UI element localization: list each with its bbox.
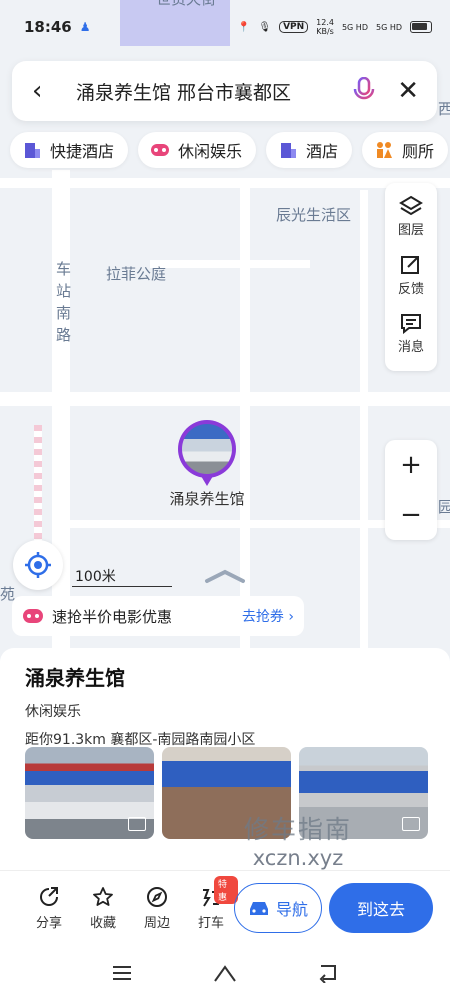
gamepad-icon: [23, 609, 43, 623]
place-title: 涌泉养生馆: [25, 666, 125, 690]
place-photo[interactable]: [25, 747, 154, 839]
marker-label[interactable]: 涌泉养生馆: [155, 488, 259, 509]
chip-label: 酒店: [306, 142, 339, 161]
feedback-button[interactable]: 反馈: [398, 254, 424, 313]
favorite-button[interactable]: 收藏: [76, 886, 130, 931]
place-detail-sheet: 涌泉养生馆 休闲娱乐 距你91.3km 襄都区-南园路南园小区: [0, 648, 450, 870]
messages-button[interactable]: 消息: [398, 312, 424, 371]
notification-icon: ♟: [79, 20, 91, 34]
layers-button[interactable]: 图层: [398, 195, 424, 254]
action-bar: 分享 收藏 周边 特惠 打车 导航 到这去: [0, 870, 450, 946]
back-nav-icon[interactable]: [317, 963, 339, 983]
nearby-label: 周边: [143, 916, 170, 931]
navigate-button[interactable]: 导航: [234, 883, 322, 933]
mic-status-icon: 🎙: [258, 21, 272, 33]
chip-label: 休闲娱乐: [178, 142, 243, 161]
category-chips: 快捷酒店 休闲娱乐 酒店 厕所: [10, 132, 449, 168]
zoom-out-button[interactable]: −: [400, 490, 422, 540]
place-marker[interactable]: [178, 420, 236, 490]
share-button[interactable]: 分享: [22, 886, 76, 931]
compass-icon: [147, 887, 167, 907]
back-icon[interactable]: ‹: [32, 76, 62, 106]
chevron-up-icon[interactable]: [203, 568, 247, 588]
home-icon[interactable]: [213, 963, 237, 983]
chip-label: 快捷酒店: [50, 142, 115, 161]
watermark-line2: xczn.xyz: [252, 846, 344, 870]
net-speed: 12.4 KB/s: [316, 18, 334, 36]
marker-photo: [182, 424, 232, 474]
toilet-icon: [374, 140, 394, 160]
image-icon: [402, 817, 420, 831]
signal-2: 5G HD: [375, 22, 402, 32]
share-icon: [40, 887, 58, 906]
layers-icon: [399, 195, 423, 216]
promo-banner[interactable]: 速抢半价电影优惠 去抢券 ›: [12, 596, 304, 636]
map-label-district: 辰光生活区: [276, 206, 352, 224]
map-road: [360, 190, 368, 650]
status-bar: 18:46 ♟ 📍 🎙 VPN 12.4 KB/s 5G HD 5G HD: [0, 0, 450, 54]
map-scale: 100米: [72, 566, 172, 587]
chip-budget-hotel[interactable]: 快捷酒店: [10, 132, 129, 168]
location-icon: 📍: [237, 21, 251, 33]
map-label-edge: 园: [438, 498, 450, 516]
system-nav-bar: [0, 946, 450, 1000]
messages-label: 消息: [397, 340, 424, 356]
chip-toilet[interactable]: 厕所: [362, 132, 449, 168]
edit-icon: [400, 255, 419, 274]
nearby-button[interactable]: 周边: [130, 886, 184, 931]
taxi-label: 打车: [197, 916, 224, 931]
building-icon: [22, 140, 42, 160]
layers-label: 图层: [397, 223, 424, 238]
map-tools-panel: 图层 反馈 消息: [385, 183, 437, 371]
zoom-in-button[interactable]: +: [400, 440, 422, 490]
go-here-button[interactable]: 到这去: [329, 883, 433, 933]
map-road: [0, 178, 450, 188]
marker-tip: [201, 476, 213, 486]
building-icon: [278, 140, 298, 160]
map-label-edge: 西: [438, 100, 450, 118]
search-bar[interactable]: ‹ 涌泉养生馆 邢台市襄都区 ✕: [12, 61, 437, 121]
place-distance-address: 距你91.3km 襄都区-南园路南园小区: [25, 732, 256, 748]
marker-pin: [178, 420, 236, 478]
image-icon: [128, 817, 146, 831]
favorite-label: 收藏: [89, 916, 116, 931]
zoom-control: + −: [385, 440, 437, 540]
chip-hotel[interactable]: 酒店: [266, 132, 353, 168]
share-label: 分享: [35, 916, 62, 931]
search-query[interactable]: 涌泉养生馆 邢台市襄都区: [76, 78, 349, 105]
battery-icon: [410, 21, 432, 33]
map-road: [0, 392, 450, 406]
crosshair-icon: [25, 552, 51, 578]
locate-me-button[interactable]: [13, 540, 63, 590]
vpn-badge: VPN: [279, 21, 309, 33]
place-category: 休闲娱乐: [25, 704, 81, 720]
close-icon[interactable]: ✕: [397, 76, 419, 106]
chip-label: 厕所: [402, 142, 435, 161]
taxi-button[interactable]: 特惠 打车: [184, 876, 238, 931]
watermark: 修车指南 xczn.xyz: [244, 810, 352, 870]
place-photos: [25, 747, 428, 839]
signal-1: 5G HD: [341, 22, 368, 32]
status-time: 18:46: [24, 18, 72, 36]
map-label-road: 车站南路: [56, 260, 72, 344]
gamepad-icon: [150, 140, 170, 160]
menu-icon[interactable]: [111, 964, 133, 982]
star-icon: [93, 887, 113, 906]
car-icon: [249, 902, 268, 915]
map-label-park: 拉菲公庭: [106, 265, 167, 283]
map-road: [150, 260, 310, 268]
chip-leisure[interactable]: 休闲娱乐: [138, 132, 257, 168]
watermark-line1: 修车指南: [244, 815, 353, 844]
voice-mic-icon[interactable]: [349, 77, 379, 105]
message-icon: [400, 314, 421, 335]
promo-text: 速抢半价电影优惠: [52, 607, 173, 626]
feedback-label: 反馈: [397, 281, 424, 297]
promo-link[interactable]: 去抢券 ›: [242, 606, 294, 626]
navigate-label: 导航: [275, 900, 308, 919]
